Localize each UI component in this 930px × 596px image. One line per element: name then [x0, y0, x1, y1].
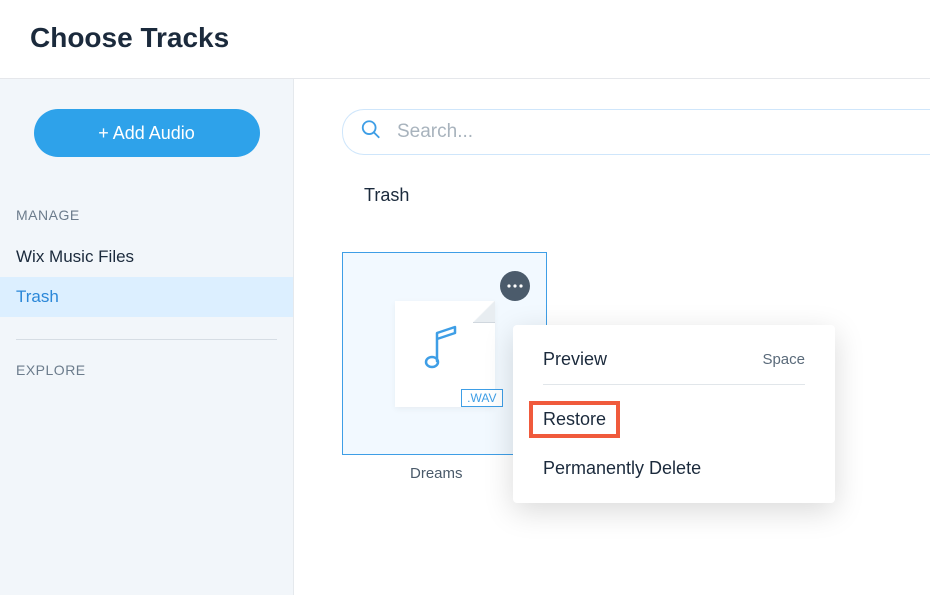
sidebar-divider — [16, 339, 277, 340]
sidebar-section-manage: MANAGE — [0, 207, 293, 237]
menu-item-permanently-delete[interactable]: Permanently Delete — [513, 448, 835, 489]
file-extension-badge: .WAV — [461, 389, 502, 407]
menu-item-preview[interactable]: Preview Space — [543, 339, 805, 385]
page-title: Choose Tracks — [30, 22, 900, 54]
header: Choose Tracks — [0, 0, 930, 79]
sidebar-item-wix-music-files[interactable]: Wix Music Files — [0, 237, 293, 277]
search-icon — [360, 119, 382, 146]
search-input[interactable] — [342, 109, 930, 155]
sidebar-section-explore: EXPLORE — [0, 362, 293, 392]
sidebar-item-trash[interactable]: Trash — [0, 277, 293, 317]
file-fold-corner-icon — [473, 301, 495, 323]
restore-highlight: Restore — [529, 401, 620, 438]
breadcrumb: Trash — [342, 175, 930, 252]
dots-horizontal-icon — [507, 284, 523, 288]
add-audio-button[interactable]: + Add Audio — [34, 109, 260, 157]
menu-item-label: Preview — [543, 349, 607, 370]
menu-item-label: Permanently Delete — [543, 458, 701, 479]
file-thumbnail: .WAV — [395, 301, 495, 407]
menu-item-restore[interactable]: Restore — [513, 391, 835, 448]
more-options-button[interactable] — [500, 271, 530, 301]
sidebar: + Add Audio MANAGE Wix Music Files Trash… — [0, 79, 294, 595]
search-wrap — [342, 109, 930, 155]
menu-shortcut: Space — [762, 351, 805, 368]
context-menu: Preview Space Restore Permanently Delete — [513, 325, 835, 503]
music-note-icon — [423, 323, 463, 376]
